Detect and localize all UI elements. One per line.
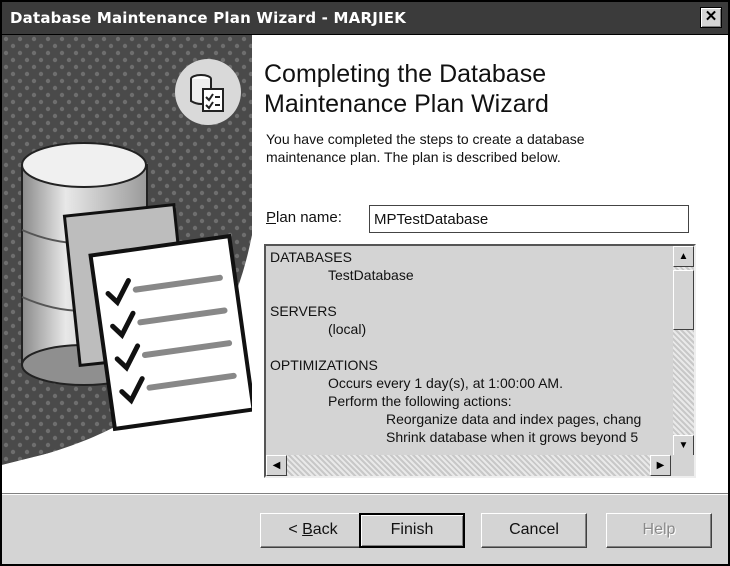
plan-name-input[interactable] — [369, 205, 689, 233]
scrollbar-corner — [673, 455, 694, 476]
cancel-button[interactable]: Cancel — [481, 513, 587, 548]
help-button[interactable]: Help — [606, 513, 712, 548]
scroll-left-button[interactable]: ◀ — [266, 455, 287, 476]
plan-name-mnemonic: P — [266, 209, 277, 226]
description-line1: You have completed the steps to create a… — [266, 131, 585, 147]
arrow-right-icon: ▶ — [656, 460, 665, 471]
plan-name-label: Plan name: — [266, 209, 342, 226]
wizard-content: Completing the Database Maintenance Plan… — [2, 35, 728, 493]
description-line2: maintenance plan. The plan is described … — [266, 149, 561, 165]
summary-line: Shrink database when it grows beyond 5 — [386, 429, 639, 445]
summary-line: OPTIMIZATIONS — [270, 357, 378, 373]
arrow-down-icon: ▼ — [678, 440, 689, 451]
scroll-down-button[interactable]: ▼ — [673, 435, 694, 456]
summary-line: Reorganize data and index pages, chang — [386, 411, 642, 427]
plan-name-label-rest: lan name: — [276, 209, 342, 226]
window-title: Database Maintenance Plan Wizard - MARJI… — [10, 9, 407, 27]
horizontal-scrollbar[interactable]: ◀ ▶ — [266, 455, 671, 476]
vertical-scroll-thumb[interactable] — [673, 270, 694, 330]
summary-line: Occurs every 1 day(s), at 1:00:00 AM. — [328, 375, 563, 391]
scroll-right-button[interactable]: ▶ — [650, 455, 671, 476]
summary-line: Perform the following actions: — [328, 393, 512, 409]
page-title-line1: Completing the Database — [264, 60, 547, 88]
title-bar: Database Maintenance Plan Wizard - MARJI… — [2, 2, 728, 35]
close-button[interactable]: ✕ — [700, 7, 722, 28]
arrow-left-icon: ◀ — [272, 460, 281, 471]
page-description: You have completed the steps to create a… — [266, 130, 696, 166]
back-prefix: < — [288, 521, 303, 538]
arrow-up-icon: ▲ — [678, 251, 689, 262]
finish-button[interactable]: Finish — [359, 513, 465, 548]
footer-separator — [2, 493, 728, 495]
page-title-line2: Maintenance Plan Wizard — [264, 90, 549, 118]
plan-summary-box[interactable]: DATABASES TestDatabase SERVERS (local) O… — [264, 244, 696, 478]
back-mnemonic: B — [302, 521, 313, 538]
scroll-up-button[interactable]: ▲ — [673, 246, 694, 267]
summary-line: TestDatabase — [328, 267, 414, 283]
back-label-rest: ack — [312, 521, 338, 538]
summary-line: (local) — [328, 321, 367, 337]
wizard-window: Database Maintenance Plan Wizard - MARJI… — [0, 0, 730, 566]
close-icon: ✕ — [704, 8, 718, 25]
vertical-scrollbar[interactable]: ▲ ▼ — [673, 246, 694, 456]
back-button[interactable]: < Back — [260, 513, 366, 548]
summary-line: SERVERS — [270, 303, 337, 319]
summary-line: DATABASES — [270, 249, 352, 265]
database-checklist-icon — [175, 59, 241, 125]
plan-summary-text: DATABASES TestDatabase SERVERS (local) O… — [266, 246, 671, 456]
page-title: Completing the Database Maintenance Plan… — [264, 59, 704, 119]
